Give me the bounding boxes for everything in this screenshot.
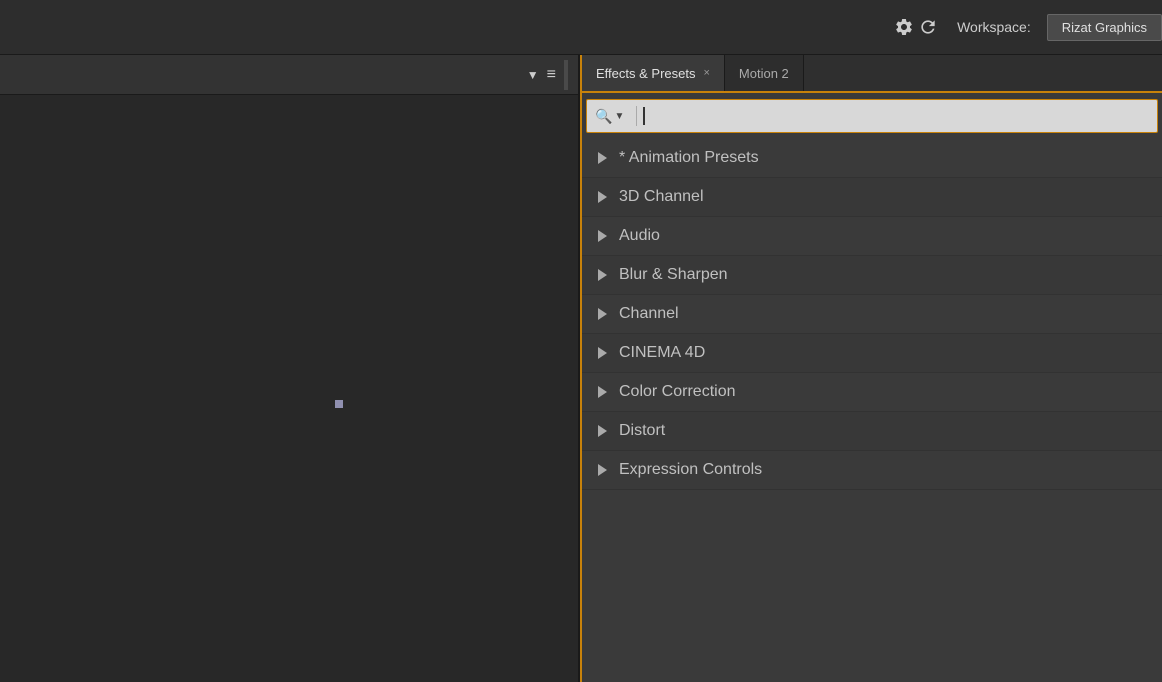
gear-icon-group[interactable]	[893, 16, 939, 38]
list-item[interactable]: * Animation Presets	[582, 139, 1162, 178]
small-square-indicator	[335, 400, 343, 408]
expand-arrow-icon	[598, 269, 607, 281]
search-divider	[636, 106, 637, 126]
left-panel-content	[0, 95, 578, 682]
effect-label: CINEMA 4D	[619, 344, 705, 362]
list-item[interactable]: Expression Controls	[582, 451, 1162, 490]
expand-arrow-icon	[598, 191, 607, 203]
left-panel: ▼ ≡	[0, 55, 580, 682]
tab-motion2[interactable]: Motion 2	[725, 55, 804, 91]
workspace-area: Workspace: Rizat Graphics	[893, 14, 1162, 41]
workspace-label: Workspace:	[957, 19, 1031, 35]
search-input[interactable]	[645, 109, 1157, 124]
search-dropdown-arrow-icon[interactable]: ▼	[614, 111, 624, 122]
list-item[interactable]: Distort	[582, 412, 1162, 451]
left-panel-header: ▼ ≡	[0, 55, 578, 95]
search-bar[interactable]: 🔍 ▼	[586, 99, 1158, 133]
effects-list: * Animation Presets 3D Channel Audio Blu…	[582, 139, 1162, 682]
effects-presets-panel: Effects & Presets × Motion 2 🔍 ▼ * Anima…	[580, 55, 1162, 682]
top-bar: Workspace: Rizat Graphics	[0, 0, 1162, 55]
effect-label: Color Correction	[619, 383, 735, 401]
effect-label: * Animation Presets	[619, 149, 759, 167]
tab-close-icon[interactable]: ×	[703, 67, 709, 79]
expand-arrow-icon	[598, 152, 607, 164]
expand-arrow-icon	[598, 347, 607, 359]
panel-menu-icon[interactable]: ▼ ≡	[527, 66, 556, 84]
panel-divider	[564, 60, 568, 90]
search-icon-wrapper: 🔍 ▼	[587, 108, 630, 125]
gear-icon	[893, 16, 915, 38]
expand-arrow-icon	[598, 230, 607, 242]
effect-label: Expression Controls	[619, 461, 762, 479]
list-item[interactable]: Color Correction	[582, 373, 1162, 412]
list-item[interactable]: Blur & Sharpen	[582, 256, 1162, 295]
tab-effects-presets-label: Effects & Presets	[596, 66, 695, 81]
effect-label: Channel	[619, 305, 679, 323]
effect-label: Blur & Sharpen	[619, 266, 728, 284]
list-item[interactable]: CINEMA 4D	[582, 334, 1162, 373]
effect-label: Distort	[619, 422, 665, 440]
list-item[interactable]: Audio	[582, 217, 1162, 256]
list-item[interactable]: Channel	[582, 295, 1162, 334]
search-icon: 🔍	[595, 108, 612, 125]
tab-effects-presets[interactable]: Effects & Presets ×	[582, 55, 725, 91]
dropdown-arrow-icon: ▼	[527, 68, 539, 82]
expand-arrow-icon	[598, 308, 607, 320]
tab-motion2-label: Motion 2	[739, 66, 789, 81]
expand-arrow-icon	[598, 386, 607, 398]
effect-label: 3D Channel	[619, 188, 704, 206]
refresh-icon	[917, 16, 939, 38]
workspace-button[interactable]: Rizat Graphics	[1047, 14, 1162, 41]
effect-label: Audio	[619, 227, 660, 245]
expand-arrow-icon	[598, 464, 607, 476]
list-item[interactable]: 3D Channel	[582, 178, 1162, 217]
menu-lines-icon: ≡	[547, 66, 556, 84]
tabs-row: Effects & Presets × Motion 2	[582, 55, 1162, 93]
expand-arrow-icon	[598, 425, 607, 437]
main-content: ▼ ≡ Effects & Presets × Motion 2 🔍 ▼	[0, 55, 1162, 682]
